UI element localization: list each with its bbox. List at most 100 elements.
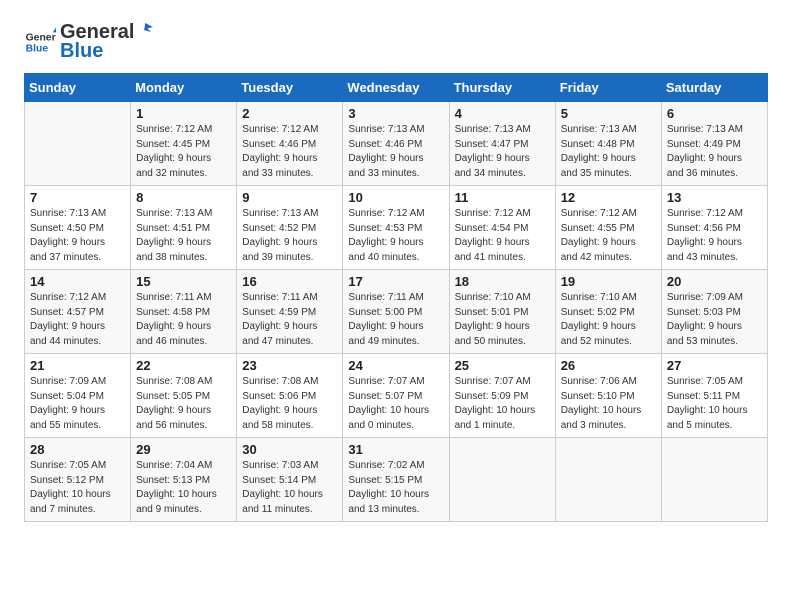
calendar-cell: 3 Sunrise: 7:13 AM Sunset: 4:46 PM Daylig… [343,102,449,186]
calendar-cell: 19Sunrise: 7:10 AM Sunset: 5:02 PM Dayli… [555,270,661,354]
day-number: 10 [348,190,443,205]
calendar-cell: 16 Sunrise: 7:11 AM Sunset: 4:59 PM Dayli… [237,270,343,354]
cell-info: Sunrise: 7:07 AM Sunset: 5:07 PM Dayligh… [348,375,443,433]
calendar-cell: 8 Sunrise: 7:13 AM Sunset: 4:51 PM Daylig… [131,186,237,270]
cell-info: Sunrise: 7:11 AM Sunset: 4:58 PM Dayligh… [136,291,231,349]
cell-info: Sunrise: 7:13 AM Sunset: 4:47 PM Dayligh… [455,123,550,181]
calendar-cell: 27 Sunrise: 7:05 AM Sunset: 5:11 PM Dayli… [661,354,767,438]
calendar-cell: 11 Sunrise: 7:12 AM Sunset: 4:54 PM Dayli… [449,186,555,270]
col-header-saturday: Saturday [661,74,767,102]
cell-info: Sunrise: 7:13 AM Sunset: 4:49 PM Dayligh… [667,123,762,181]
calendar-cell: 21 Sunrise: 7:09 AM Sunset: 5:04 PM Dayli… [25,354,131,438]
day-number: 15 [136,274,231,289]
calendar-cell: 30 Sunrise: 7:03 AM Sunset: 5:14 PM Dayli… [237,438,343,522]
calendar-week-4: 21 Sunrise: 7:09 AM Sunset: 5:04 PM Dayli… [25,354,768,438]
day-number: 17 [348,274,443,289]
calendar-cell: 26Sunrise: 7:06 AM Sunset: 5:10 PM Dayli… [555,354,661,438]
day-number: 12 [561,190,656,205]
cell-info: Sunrise: 7:10 AM Sunset: 5:01 PM Dayligh… [455,291,550,349]
day-number: 27 [667,358,762,373]
cell-info: Sunrise: 7:08 AM Sunset: 5:06 PM Dayligh… [242,375,337,433]
cell-info: Sunrise: 7:05 AM Sunset: 5:12 PM Dayligh… [30,459,125,517]
calendar-cell: 23 Sunrise: 7:08 AM Sunset: 5:06 PM Dayli… [237,354,343,438]
calendar-week-5: 28 Sunrise: 7:05 AM Sunset: 5:12 PM Dayli… [25,438,768,522]
calendar-cell: 9 Sunrise: 7:13 AM Sunset: 4:52 PM Daylig… [237,186,343,270]
day-number: 9 [242,190,337,205]
day-number: 30 [242,442,337,457]
day-number: 11 [455,190,550,205]
day-number: 23 [242,358,337,373]
calendar-table: SundayMondayTuesdayWednesdayThursdayFrid… [24,73,768,522]
calendar-cell: 20 Sunrise: 7:09 AM Sunset: 5:03 PM Dayli… [661,270,767,354]
header: General Blue General Blue [24,20,768,63]
cell-info: Sunrise: 7:13 AM Sunset: 4:48 PM Dayligh… [561,123,656,181]
cell-info: Sunrise: 7:13 AM Sunset: 4:52 PM Dayligh… [242,207,337,265]
cell-info: Sunrise: 7:08 AM Sunset: 5:05 PM Dayligh… [136,375,231,433]
day-number: 1 [136,106,231,121]
calendar-cell: 12 Sunrise: 7:12 AM Sunset: 4:55 PM Dayli… [555,186,661,270]
logo: General Blue General Blue [24,20,153,63]
cell-info: Sunrise: 7:05 AM Sunset: 5:11 PM Dayligh… [667,375,762,433]
logo-icon: General Blue [24,26,56,58]
cell-info: Sunrise: 7:12 AM Sunset: 4:53 PM Dayligh… [348,207,443,265]
col-header-monday: Monday [131,74,237,102]
calendar-week-2: 7 Sunrise: 7:13 AM Sunset: 4:50 PM Daylig… [25,186,768,270]
day-number: 16 [242,274,337,289]
calendar-cell: 4 Sunrise: 7:13 AM Sunset: 4:47 PM Daylig… [449,102,555,186]
day-number: 22 [136,358,231,373]
calendar-cell: 17 Sunrise: 7:11 AM Sunset: 5:00 PM Dayli… [343,270,449,354]
cell-info: Sunrise: 7:12 AM Sunset: 4:54 PM Dayligh… [455,207,550,265]
cell-info: Sunrise: 7:03 AM Sunset: 5:14 PM Dayligh… [242,459,337,517]
cell-info: Sunrise: 7:13 AM Sunset: 4:50 PM Dayligh… [30,207,125,265]
calendar-cell: 6 Sunrise: 7:13 AM Sunset: 4:49 PM Daylig… [661,102,767,186]
svg-text:Blue: Blue [26,43,49,54]
day-number: 20 [667,274,762,289]
col-header-thursday: Thursday [449,74,555,102]
calendar-week-3: 14Sunrise: 7:12 AM Sunset: 4:57 PM Dayli… [25,270,768,354]
calendar-cell: 31 Sunrise: 7:02 AM Sunset: 5:15 PM Dayli… [343,438,449,522]
cell-info: Sunrise: 7:12 AM Sunset: 4:46 PM Dayligh… [242,123,337,181]
cell-info: Sunrise: 7:12 AM Sunset: 4:56 PM Dayligh… [667,207,762,265]
day-number: 3 [348,106,443,121]
day-number: 8 [136,190,231,205]
calendar-cell: 10 Sunrise: 7:12 AM Sunset: 4:53 PM Dayli… [343,186,449,270]
cell-info: Sunrise: 7:07 AM Sunset: 5:09 PM Dayligh… [455,375,550,433]
col-header-wednesday: Wednesday [343,74,449,102]
day-number: 6 [667,106,762,121]
calendar-cell [449,438,555,522]
calendar-cell: 29Sunrise: 7:04 AM Sunset: 5:13 PM Dayli… [131,438,237,522]
day-number: 7 [30,190,125,205]
calendar-cell: 13Sunrise: 7:12 AM Sunset: 4:56 PM Dayli… [661,186,767,270]
cell-info: Sunrise: 7:13 AM Sunset: 4:46 PM Dayligh… [348,123,443,181]
cell-info: Sunrise: 7:04 AM Sunset: 5:13 PM Dayligh… [136,459,231,517]
logo-bird-icon [135,20,153,38]
cell-info: Sunrise: 7:09 AM Sunset: 5:04 PM Dayligh… [30,375,125,433]
col-header-sunday: Sunday [25,74,131,102]
cell-info: Sunrise: 7:06 AM Sunset: 5:10 PM Dayligh… [561,375,656,433]
calendar-cell [555,438,661,522]
cell-info: Sunrise: 7:13 AM Sunset: 4:51 PM Dayligh… [136,207,231,265]
calendar-cell: 24 Sunrise: 7:07 AM Sunset: 5:07 PM Dayli… [343,354,449,438]
calendar-cell: 18Sunrise: 7:10 AM Sunset: 5:01 PM Dayli… [449,270,555,354]
calendar-cell: 15 Sunrise: 7:11 AM Sunset: 4:58 PM Dayli… [131,270,237,354]
day-number: 19 [561,274,656,289]
cell-info: Sunrise: 7:09 AM Sunset: 5:03 PM Dayligh… [667,291,762,349]
cell-info: Sunrise: 7:11 AM Sunset: 5:00 PM Dayligh… [348,291,443,349]
calendar-cell [661,438,767,522]
day-number: 25 [455,358,550,373]
cell-info: Sunrise: 7:11 AM Sunset: 4:59 PM Dayligh… [242,291,337,349]
calendar-cell: 2Sunrise: 7:12 AM Sunset: 4:46 PM Daylig… [237,102,343,186]
col-header-tuesday: Tuesday [237,74,343,102]
calendar-week-1: 1 Sunrise: 7:12 AM Sunset: 4:45 PM Daylig… [25,102,768,186]
cell-info: Sunrise: 7:12 AM Sunset: 4:45 PM Dayligh… [136,123,231,181]
day-number: 31 [348,442,443,457]
cell-info: Sunrise: 7:12 AM Sunset: 4:55 PM Dayligh… [561,207,656,265]
day-number: 4 [455,106,550,121]
day-number: 21 [30,358,125,373]
calendar-cell [25,102,131,186]
cell-info: Sunrise: 7:02 AM Sunset: 5:15 PM Dayligh… [348,459,443,517]
calendar-cell: 7 Sunrise: 7:13 AM Sunset: 4:50 PM Daylig… [25,186,131,270]
day-number: 28 [30,442,125,457]
day-number: 24 [348,358,443,373]
calendar-cell: 1 Sunrise: 7:12 AM Sunset: 4:45 PM Daylig… [131,102,237,186]
